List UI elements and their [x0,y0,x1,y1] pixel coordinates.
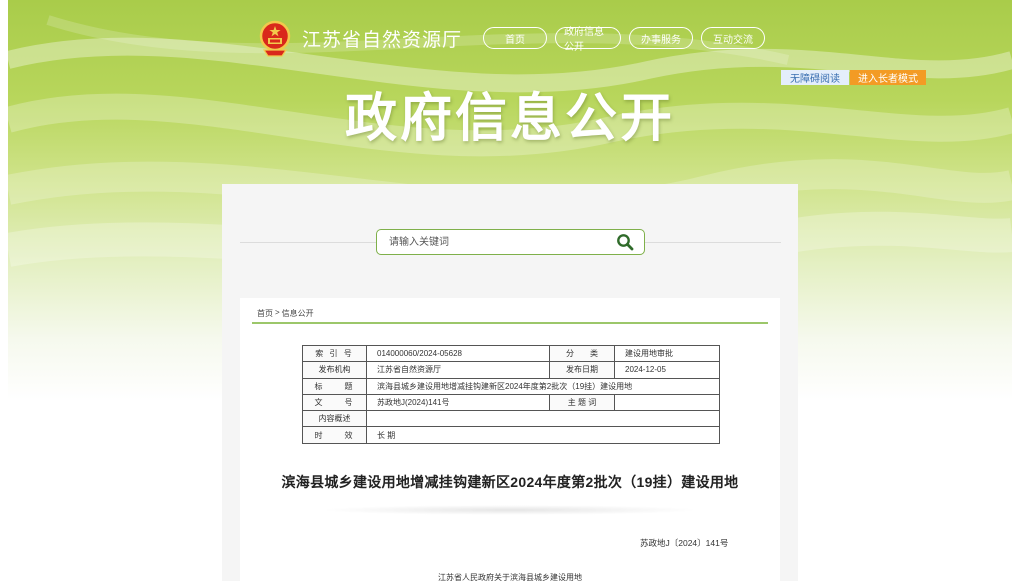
nav-services[interactable]: 办事服务 [629,27,693,49]
document-meta-table: 索 引 号 014000060/2024-05628 分 类 建设用地审批 发布… [302,344,720,444]
meta-title-value: 滨海县城乡建设用地增减挂钩建新区2024年度第2批次（19挂）建设用地 [366,377,720,395]
meta-summary-value [366,410,720,428]
document-title: 滨海县城乡建设用地增减挂钩建新区2024年度第2批次（19挂）建设用地 [281,474,739,490]
breadcrumb: 首页 > 信息公开 [257,308,314,319]
meta-category-value: 建设用地审批 [614,344,720,363]
meta-keywords-value [614,393,720,412]
table-row: 文 号 苏政地J(2024)141号 主 题 词 [302,393,720,412]
meta-publisher-label: 发布机构 [302,361,367,379]
title-shadow-decoration [320,505,700,515]
hero-title: 政府信息公开 [344,89,675,149]
breadcrumb-separator: > [275,308,280,317]
table-row: 内容概述 [302,410,720,428]
meta-category-label: 分 类 [549,344,615,363]
breadcrumb-current[interactable]: 信息公开 [282,308,314,319]
meta-summary-label: 内容概述 [302,410,367,428]
meta-date-label: 发布日期 [549,361,615,379]
meta-docno-label: 文 号 [302,393,367,412]
main-nav: 首页 政府信息公开 办事服务 互动交流 [483,27,765,53]
search-box [376,229,645,255]
table-row: 标 题 滨海县城乡建设用地增减挂钩建新区2024年度第2批次（19挂）建设用地 [302,377,720,395]
breadcrumb-home[interactable]: 首页 [257,308,273,319]
page-right-margin [1012,0,1032,581]
divider [645,242,781,243]
table-row: 发布机构 江苏省自然资源厅 发布日期 2024-12-05 [302,361,720,379]
table-row: 时 效 长 期 [302,426,720,444]
meta-validity-value: 长 期 [366,426,720,444]
site-name[interactable]: 江苏省自然资源厅 [302,25,462,52]
nav-interaction[interactable]: 互动交流 [701,27,765,49]
meta-date-value: 2024-12-05 [614,361,720,379]
meta-index-value: 014000060/2024-05628 [366,344,550,363]
meta-publisher-value: 江苏省自然资源厅 [366,361,550,379]
search-icon[interactable] [616,233,634,251]
breadcrumb-underline [252,322,768,324]
elder-mode-button[interactable]: 进入长者模式 [850,70,926,85]
divider [240,242,376,243]
nav-gov-info[interactable]: 政府信息公开 [555,27,621,53]
meta-validity-label: 时 效 [302,426,367,444]
document-subtitle: 江苏省人民政府关于滨海县城乡建设用地 [438,573,582,581]
table-row: 索 引 号 014000060/2024-05628 分 类 建设用地审批 [302,344,720,363]
nav-home[interactable]: 首页 [483,27,547,49]
national-emblem-icon[interactable] [258,20,292,58]
barrier-free-button[interactable]: 无障碍阅读 [781,70,849,85]
meta-index-label: 索 引 号 [302,344,367,363]
document-number: 苏政地J〔2024〕141号 [640,538,729,548]
search-input[interactable] [389,234,609,250]
meta-keywords-label: 主 题 词 [549,393,615,412]
meta-title-label: 标 题 [302,377,367,395]
meta-docno-value: 苏政地J(2024)141号 [366,393,550,412]
